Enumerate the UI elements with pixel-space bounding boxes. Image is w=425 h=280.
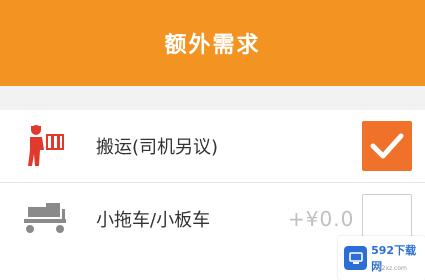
- checkmark-icon: [370, 133, 404, 159]
- hand-cart-icon: [18, 195, 74, 243]
- option-label-porter: 搬运(司机另议): [96, 137, 219, 158]
- porter-checkbox[interactable]: [362, 121, 412, 171]
- page-title: 额外需求: [164, 33, 261, 58]
- cart-price: +¥0.0: [288, 207, 355, 231]
- watermark-logo-icon: [344, 246, 368, 270]
- porter-carrying-box-icon: [18, 122, 74, 170]
- watermark-url: 592xz.com: [374, 265, 407, 272]
- watermark-badge: 592下载网 592xz.com: [338, 236, 425, 280]
- section-spacer: [0, 86, 425, 110]
- header-bar: 额外需求: [0, 0, 425, 86]
- option-label-cart: 小拖车/小板车: [96, 210, 211, 231]
- option-row-porter[interactable]: 搬运(司机另议): [0, 110, 425, 183]
